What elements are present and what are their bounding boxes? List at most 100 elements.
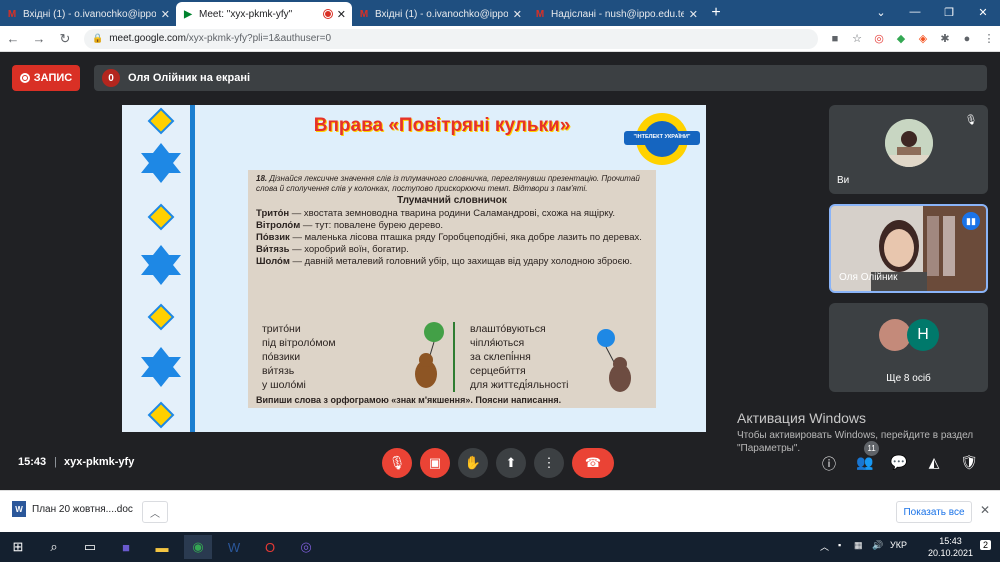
gmail-icon: M <box>359 8 369 20</box>
camera-toggle-button[interactable]: ▣ <box>420 448 450 478</box>
back-icon[interactable]: ← <box>0 31 26 46</box>
recording-label: ЗАПИС <box>33 72 73 84</box>
people-icon[interactable]: 👥 <box>854 454 876 471</box>
reload-icon[interactable]: ↻ <box>52 31 78 47</box>
recording-button[interactable]: ЗАПИС <box>12 65 80 91</box>
gmail-icon: M <box>535 8 545 20</box>
viber-icon[interactable]: ◎ <box>292 535 320 559</box>
intelekt-ukrainy-logo: "ІНТЕЛЕКТ УКРАЇНИ" <box>622 109 702 169</box>
logo-text: "ІНТЕЛЕКТ УКРАЇНИ" <box>633 134 691 140</box>
chrome-icon[interactable]: ◉ <box>184 535 212 559</box>
new-tab-button[interactable]: + <box>704 2 728 26</box>
puzzle-icon[interactable]: ✱ <box>934 32 956 45</box>
dict-entry: Вітроло́м — тут: повалене бурею дерево. <box>256 220 443 231</box>
bear-balloon-illustration-2 <box>597 329 631 392</box>
participant-name: Ви <box>837 175 850 186</box>
language-indicator[interactable]: УКР <box>890 540 907 550</box>
tray-app-icon[interactable]: ▪ <box>838 540 841 550</box>
presenter-count-badge: 0 <box>102 69 120 87</box>
present-button[interactable]: ⬆ <box>496 448 526 478</box>
star-icon[interactable]: ☆ <box>846 32 868 45</box>
speaking-indicator-icon: ▮▮ <box>962 212 980 230</box>
tab-gmail-inbox-2[interactable]: M Вхідні (1) - o.ivanochko@ippo.ed ✕ <box>352 2 528 26</box>
gmail-icon: M <box>7 8 17 20</box>
url-host: meet.google.com <box>109 33 186 44</box>
participant-name: Оля Олійник <box>839 272 898 283</box>
download-bar: W План 20 жовтня....doc ︿ Показать все ✕ <box>0 490 1000 532</box>
download-filename: План 20 жовтня....doc <box>32 503 133 515</box>
tab-title: Meet: "xyx-pkmk-yfy" <box>199 8 293 20</box>
more-vert-icon: ⋮ <box>542 455 556 470</box>
task-text: 18. Дізнайся лексичне значення слів із т… <box>256 174 640 193</box>
windows-taskbar: ⊞ ⌕ ▭ ■ ▬ ◉ W O ◎ ︿ ▪ ▦ 🔊 УКР 15:43 20.10… <box>0 532 1000 562</box>
chevron-up-icon: ︿ <box>150 508 160 520</box>
meet-icon: ▶ <box>184 8 192 20</box>
tab-search-icon[interactable]: ⌄ <box>864 6 898 19</box>
url-input[interactable]: 🔒 meet.google.com/xyx-pkmk-yfy?pli=1&aut… <box>84 28 818 49</box>
tab-meet[interactable]: ▶ Meet: "xyx-pkmk-yfy" ✕ <box>176 2 352 26</box>
network-icon[interactable]: ▦ <box>854 540 863 551</box>
extension-icon[interactable]: ◈ <box>912 32 934 45</box>
close-icon[interactable]: ✕ <box>161 8 170 21</box>
volume-icon[interactable]: 🔊 <box>872 540 883 551</box>
dict-entry: Трито́н — хвостата земноводна тварина ро… <box>256 208 615 219</box>
close-icon[interactable]: ✕ <box>513 8 522 21</box>
download-options-button[interactable]: ︿ <box>142 501 168 523</box>
download-item[interactable]: W План 20 жовтня....doc <box>12 501 133 517</box>
close-icon[interactable]: ✕ <box>689 8 698 21</box>
profile-avatar[interactable]: ● <box>956 33 978 45</box>
tab-gmail-inbox[interactable]: M Вхідні (1) - o.ivanochko@ippo.ed ✕ <box>0 2 176 26</box>
textbook-excerpt: 18. Дізнайся лексичне значення слів із т… <box>248 170 656 408</box>
tab-gmail-sent[interactable]: M Надіслані - nush@ippo.edu.te.ua ✕ <box>528 2 704 26</box>
opera-icon[interactable]: O <box>256 535 284 559</box>
avatar-letter: H <box>907 319 939 351</box>
close-icon[interactable]: ✕ <box>980 503 990 517</box>
participant-tile-self[interactable]: 🎙 Ви <box>829 105 988 194</box>
minimize-icon[interactable]: — <box>898 6 932 18</box>
dict-entry: Шоло́м — давній металевий головний убір,… <box>256 256 633 267</box>
taskbar-clock[interactable]: 15:43 20.10.2021 <box>928 535 973 559</box>
raise-hand-button[interactable]: ✋ <box>458 448 488 478</box>
word-icon[interactable]: W <box>220 535 248 559</box>
chat-icon[interactable]: 💬 <box>888 454 910 471</box>
mic-off-icon: 🎙 <box>962 111 980 129</box>
camera-off-icon: ▣ <box>428 455 442 470</box>
shield-extension-icon[interactable]: ◆ <box>890 32 912 45</box>
mic-toggle-button[interactable]: 🎙 <box>382 448 412 478</box>
opera-extension-icon[interactable]: ◎ <box>868 32 890 45</box>
lock-icon: 🔒 <box>92 33 104 43</box>
camera-icon[interactable]: ■ <box>824 33 846 45</box>
more-participants-tile[interactable]: H Ще 8 осіб <box>829 303 988 392</box>
windows-activation-text: Чтобы активировать Windows, перейдите в … <box>737 430 974 454</box>
file-explorer-icon[interactable]: ▬ <box>148 535 176 559</box>
task-view-icon[interactable]: ▭ <box>76 535 104 559</box>
dict-entry: Ви́тязь — хоробрий воїн, богатир. <box>256 244 409 255</box>
mic-off-icon: 🎙 <box>388 455 406 470</box>
hand-icon: ✋ <box>464 455 482 470</box>
participant-tile-speaker[interactable]: ▮▮ Оля Олійник <box>829 204 988 293</box>
tray-chevron-icon[interactable]: ︿ <box>820 540 829 553</box>
meeting-code: xyx-pkmk-yfy <box>64 456 135 468</box>
menu-icon[interactable]: ⋮ <box>978 32 1000 45</box>
forward-icon[interactable]: → <box>26 31 52 46</box>
column-divider <box>453 322 455 392</box>
activities-icon[interactable]: ◭ <box>923 454 945 471</box>
leave-call-button[interactable]: ☎ <box>572 448 614 478</box>
presentation-bar: 0 Оля Олійник на екрані <box>94 65 987 91</box>
separator: | <box>54 456 57 468</box>
close-icon[interactable]: ✕ <box>337 8 346 21</box>
info-icon[interactable]: ⓘ <box>818 454 840 474</box>
restore-icon[interactable]: ❐ <box>932 6 966 19</box>
close-window-icon[interactable]: ✕ <box>966 6 1000 19</box>
start-icon[interactable]: ⊞ <box>4 535 32 559</box>
present-screen-icon: ⬆ <box>505 455 517 470</box>
address-bar: ← → ↻ 🔒 meet.google.com/xyx-pkmk-yfy?pli… <box>0 26 1000 52</box>
host-controls-icon[interactable]: 🛡 <box>958 454 980 471</box>
notification-badge[interactable]: 2 <box>980 540 992 550</box>
more-options-button[interactable]: ⋮ <box>534 448 564 478</box>
search-icon[interactable]: ⌕ <box>40 535 68 559</box>
tab-strip: M Вхідні (1) - o.ivanochko@ippo.ed ✕ ▶ Meet… <box>0 0 1000 26</box>
ukrainian-ornament <box>122 105 200 432</box>
show-all-button[interactable]: Показать все <box>896 501 972 523</box>
save-app-icon[interactable]: ■ <box>112 535 140 559</box>
